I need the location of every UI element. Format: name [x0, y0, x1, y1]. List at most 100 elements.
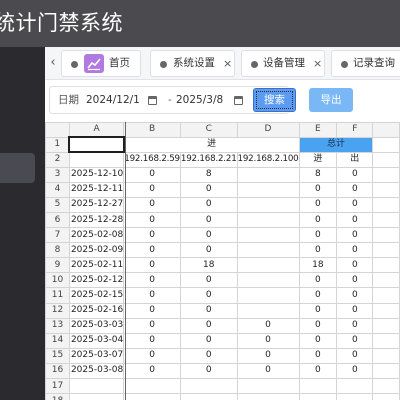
count-cell[interactable]: 0 [336, 196, 374, 213]
row-header[interactable]: 4 [45, 181, 70, 198]
search-button[interactable]: 搜索 [253, 88, 296, 112]
close-icon[interactable]: × [313, 56, 322, 71]
grid-cell[interactable] [336, 393, 374, 400]
date-cell[interactable]: 2025-03-07 [68, 347, 125, 364]
grid-cell[interactable] [372, 302, 400, 319]
count-cell[interactable]: 0 [179, 347, 238, 364]
count-cell[interactable]: 0 [336, 362, 374, 380]
grid-cell[interactable] [236, 393, 300, 400]
end-date-input[interactable]: 2025/3/8 [176, 93, 223, 108]
grid-cell[interactable] [179, 393, 238, 400]
count-cell[interactable]: 0 [298, 287, 338, 304]
count-cell[interactable]: 0 [179, 362, 238, 380]
grid-cell[interactable] [68, 151, 125, 168]
count-cell[interactable]: 0 [336, 272, 374, 289]
count-cell[interactable]: 0 [179, 272, 238, 289]
row-header[interactable]: 5 [45, 196, 70, 213]
grid-cell[interactable] [236, 377, 300, 395]
grid-cell[interactable] [298, 393, 338, 400]
count-cell[interactable] [236, 302, 300, 319]
count-cell[interactable]: 0 [298, 332, 338, 349]
date-cell[interactable]: 2025-12-27 [68, 196, 125, 213]
date-cell[interactable]: 2025-02-09 [68, 242, 125, 259]
row-header[interactable]: 10 [45, 272, 70, 289]
count-cell[interactable]: 0 [336, 166, 374, 183]
calendar-icon[interactable] [148, 96, 157, 105]
row-header[interactable]: 7 [45, 227, 70, 244]
count-cell[interactable]: 0 [179, 332, 238, 349]
row-header[interactable]: 12 [45, 302, 70, 319]
grid-cell[interactable] [372, 181, 400, 198]
count-cell[interactable]: 0 [336, 227, 374, 244]
count-cell[interactable]: 18 [298, 257, 338, 274]
row-header[interactable]: 16 [45, 362, 70, 380]
count-cell[interactable]: 0 [179, 317, 238, 334]
count-cell[interactable] [236, 287, 300, 304]
count-cell[interactable]: 0 [336, 211, 374, 229]
grid-cell[interactable] [372, 151, 400, 168]
row-header[interactable]: 2 [45, 151, 70, 168]
count-cell[interactable]: 0 [123, 211, 181, 229]
count-cell[interactable]: 0 [123, 166, 181, 183]
count-cell[interactable]: 0 [123, 347, 181, 364]
grid-cell[interactable] [372, 272, 400, 289]
grid-cell[interactable] [372, 377, 400, 395]
count-cell[interactable]: 0 [336, 242, 374, 259]
device-ip-header[interactable]: 192.168.2.59 [123, 151, 181, 168]
grid-cell[interactable] [68, 377, 125, 395]
grid-cell[interactable] [372, 257, 400, 274]
count-cell[interactable] [236, 166, 300, 183]
grid-cell[interactable] [372, 332, 400, 349]
count-cell[interactable]: 0 [336, 287, 374, 304]
row-header[interactable]: 6 [45, 211, 70, 229]
device-ip-header[interactable]: 192.168.2.100 [236, 151, 300, 168]
tab-system-settings[interactable]: 系统设置 × [150, 50, 235, 77]
date-cell[interactable]: 2025-12-28 [68, 211, 125, 229]
count-cell[interactable]: 0 [123, 257, 181, 274]
count-cell[interactable]: 0 [123, 181, 181, 198]
count-cell[interactable]: 0 [336, 317, 374, 334]
count-cell[interactable]: 0 [236, 347, 300, 364]
column-header[interactable]: F [336, 122, 374, 138]
grid-cell[interactable] [372, 317, 400, 334]
count-cell[interactable]: 0 [123, 362, 181, 380]
row-header[interactable]: 18 [45, 393, 70, 400]
count-cell[interactable]: 0 [298, 211, 338, 229]
date-cell[interactable]: 2025-02-08 [68, 227, 125, 244]
count-cell[interactable] [236, 211, 300, 229]
count-cell[interactable]: 0 [179, 242, 238, 259]
date-cell[interactable]: 2025-02-12 [68, 272, 125, 289]
column-header[interactable]: B [123, 122, 181, 138]
grid-cell-selected[interactable] [68, 135, 125, 154]
count-cell[interactable]: 0 [298, 227, 338, 244]
row-header[interactable]: 8 [45, 242, 70, 259]
row-header[interactable]: 17 [45, 377, 70, 395]
column-header[interactable]: E [298, 122, 338, 138]
count-cell[interactable] [236, 257, 300, 274]
grid-cell[interactable] [372, 227, 400, 244]
count-cell[interactable]: 0 [298, 302, 338, 319]
grid-cell[interactable] [298, 377, 338, 395]
count-cell[interactable]: 0 [298, 362, 338, 380]
grid-cell[interactable] [372, 211, 400, 229]
count-cell[interactable] [236, 272, 300, 289]
date-cell[interactable]: 2025-12-10 [68, 166, 125, 183]
total-in-header[interactable]: 进 [298, 151, 338, 168]
count-cell[interactable]: 0 [336, 181, 374, 198]
date-cell[interactable]: 2025-02-11 [68, 257, 125, 274]
grid-cell[interactable] [123, 393, 181, 400]
count-cell[interactable]: 0 [179, 181, 238, 198]
grid-cell[interactable] [372, 393, 400, 400]
count-cell[interactable]: 0 [298, 347, 338, 364]
data-grid[interactable]: A B C D E F 1 进总计 2 192.168.2.59 192.168.2.21 192.1… [45, 122, 400, 400]
tab-scroll-left-icon[interactable]: ‹ [47, 54, 59, 72]
count-cell[interactable] [236, 242, 300, 259]
count-cell[interactable]: 0 [123, 272, 181, 289]
start-date-input[interactable]: 2024/12/1 [86, 93, 140, 108]
tab-home[interactable]: 首页 [61, 50, 141, 77]
total-out-header[interactable]: 出 [336, 151, 374, 168]
date-cell[interactable]: 2025-03-04 [68, 332, 125, 349]
count-cell[interactable]: 0 [123, 332, 181, 349]
count-cell[interactable]: 0 [179, 287, 238, 304]
count-cell[interactable]: 0 [298, 196, 338, 213]
